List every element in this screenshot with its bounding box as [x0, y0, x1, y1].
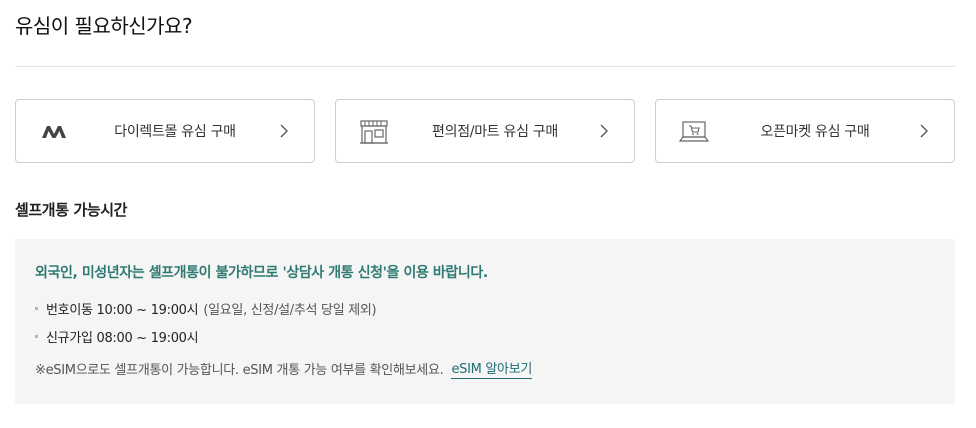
- bullet-dot: [35, 307, 38, 310]
- direct-mall-card[interactable]: 다이렉트몰 유심 구매: [15, 99, 315, 163]
- chevron-right-icon: [920, 124, 928, 138]
- hours-label: 번호이동 10:00 ~ 19:00시: [46, 303, 199, 318]
- chevron-right-icon: [280, 124, 288, 138]
- convenience-store-label: 편의점/마트 유심 구매: [432, 124, 558, 140]
- open-market-card[interactable]: 오픈마켓 유심 구매: [655, 99, 955, 163]
- esim-note: ※eSIM으로도 셀프개통이 가능합니다. eSIM 개통 가능 여부를 확인해…: [35, 358, 532, 379]
- self-activation-title: 셀프개통 가능시간: [15, 201, 128, 219]
- chevron-right-icon: [600, 124, 608, 138]
- purchase-options: 다이렉트몰 유심 구매 편의점/마트 유심 구매 오픈마켓 유심 구매: [15, 99, 955, 163]
- direct-mall-logo-icon: [38, 118, 70, 146]
- laptop-cart-icon: [678, 118, 710, 146]
- hours-note: (일요일, 신정/설/추석 당일 제외): [203, 303, 377, 318]
- open-market-label: 오픈마켓 유심 구매: [760, 124, 870, 140]
- hours-item-number-porting: 번호이동 10:00 ~ 19:00시 (일요일, 신정/설/추석 당일 제외): [35, 299, 377, 318]
- convenience-store-card[interactable]: 편의점/마트 유심 구매: [335, 99, 635, 163]
- hours-item-new-subscription: 신규가입 08:00 ~ 19:00시: [35, 327, 199, 346]
- divider: [15, 66, 955, 67]
- store-icon: [358, 118, 390, 146]
- direct-mall-label: 다이렉트몰 유심 구매: [114, 124, 236, 140]
- page-title: 유심이 필요하신가요?: [15, 14, 193, 38]
- self-activation-info-box: 외국인, 미성년자는 셀프개통이 불가하므로 '상담사 개통 신청'을 이용 바…: [15, 239, 955, 404]
- bullet-dot: [35, 335, 38, 338]
- foreigner-minor-notice: 외국인, 미성년자는 셀프개통이 불가하므로 '상담사 개통 신청'을 이용 바…: [35, 265, 488, 281]
- hours-label: 신규가입 08:00 ~ 19:00시: [46, 331, 199, 346]
- esim-learn-more-link[interactable]: eSIM 알아보기: [451, 358, 532, 379]
- esim-note-text: ※eSIM으로도 셀프개통이 가능합니다. eSIM 개통 가능 여부를 확인해…: [35, 363, 444, 378]
